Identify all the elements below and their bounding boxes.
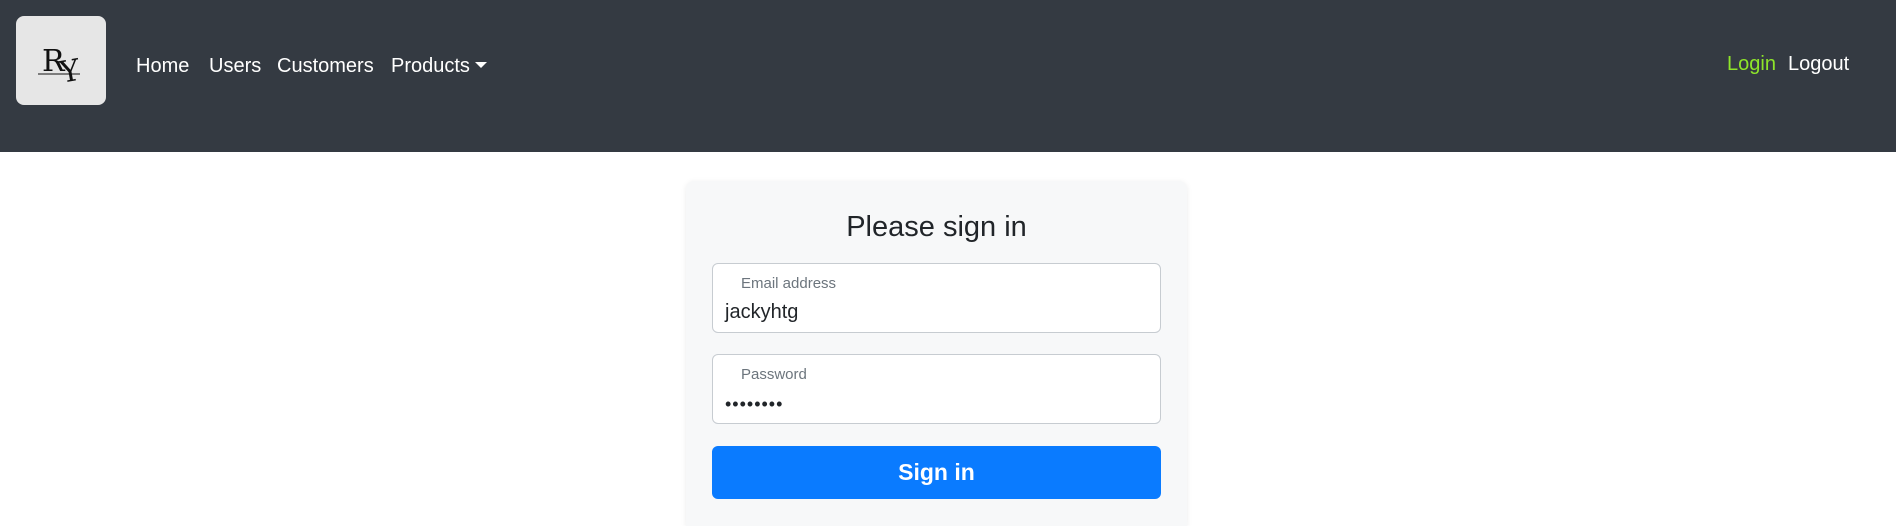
nav-users[interactable]: Users (209, 54, 261, 78)
caret-down-icon (474, 62, 487, 68)
svg-text:Y: Y (56, 53, 84, 91)
brand-logo-icon: R Y (38, 44, 84, 91)
top-navbar: R Y Home Users Customers Products Login … (0, 0, 1896, 152)
nav-customers[interactable]: Customers (277, 54, 374, 78)
logout-link[interactable]: Logout (1788, 52, 1849, 76)
nav-products-label: Products (391, 55, 470, 77)
sign-in-title: Please sign in (846, 211, 1027, 243)
email-value: jackyhtg (725, 301, 799, 323)
sign-in-button[interactable]: Sign in (712, 446, 1161, 499)
password-field[interactable]: Password •••••••• (712, 354, 1161, 424)
password-masked-value: •••••••• (725, 394, 784, 414)
sign-in-card: Please sign in Email address jackyhtg Pa… (686, 181, 1187, 526)
login-link[interactable]: Login (1727, 52, 1776, 76)
email-field[interactable]: Email address jackyhtg (712, 263, 1161, 333)
password-label: Password (741, 366, 807, 383)
nav-home[interactable]: Home (136, 54, 189, 78)
email-label: Email address (741, 275, 837, 292)
brand-logo[interactable]: R Y (16, 16, 106, 105)
nav-products-dropdown[interactable]: Products (391, 54, 487, 78)
